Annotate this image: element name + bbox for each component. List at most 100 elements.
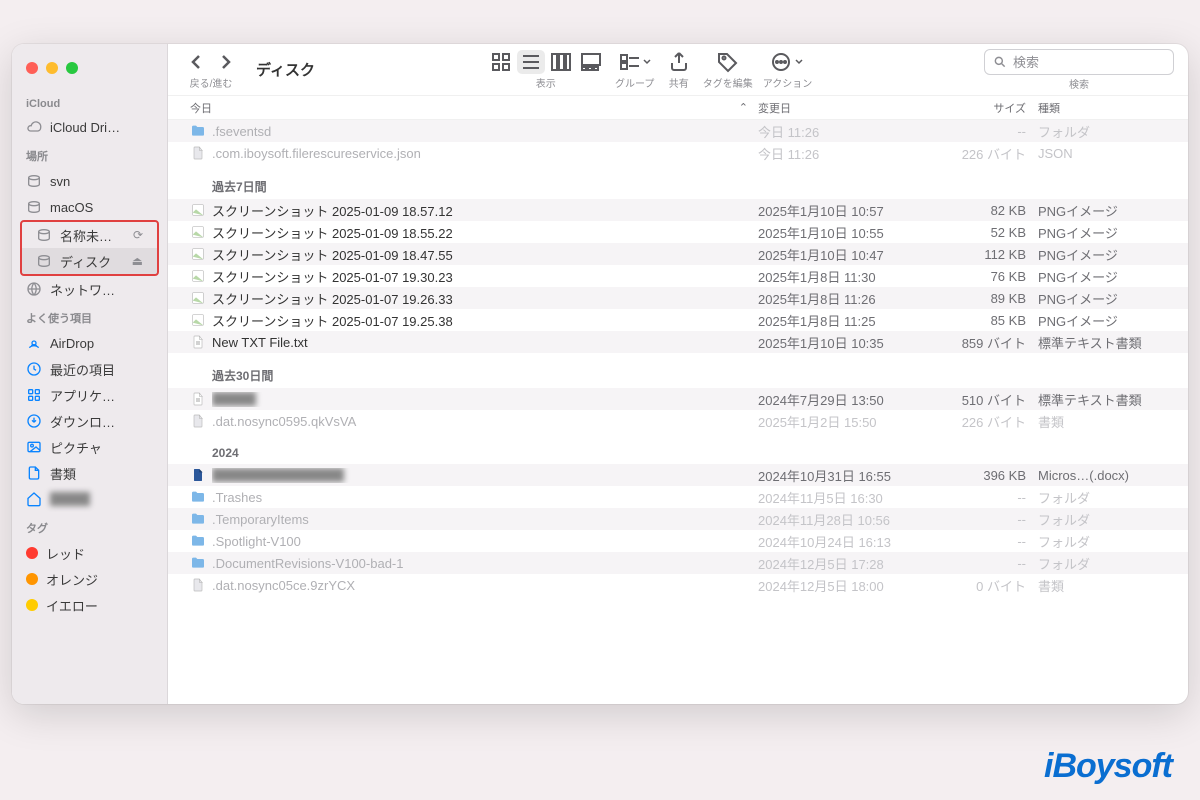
file-list[interactable]: .fseventsd今日 11:26--フォルダ.com.iboysoft.fi…	[168, 120, 1188, 704]
file-row[interactable]: スクリーンショット 2025-01-07 19.26.332025年1月8日 1…	[168, 287, 1188, 309]
file-size: --	[938, 534, 1038, 549]
file-date: 2025年1月8日 11:30	[758, 267, 938, 286]
sidebar-item-home[interactable]: ▪▪▪▪	[12, 486, 167, 512]
file-date: 2025年1月10日 10:57	[758, 201, 938, 220]
folder-icon	[190, 533, 206, 549]
file-row[interactable]: New TXT File.txt2025年1月10日 10:35859 バイト標…	[168, 331, 1188, 353]
search-label: 検索	[1069, 76, 1089, 91]
col-kind[interactable]: 種類	[1038, 100, 1188, 116]
search-placeholder: 検索	[1013, 52, 1039, 71]
file-row[interactable]: .fseventsd今日 11:26--フォルダ	[168, 120, 1188, 142]
file-name: スクリーンショット 2025-01-09 18.55.22	[212, 223, 758, 242]
file-row[interactable]: スクリーンショット 2025-01-09 18.55.222025年1月10日 …	[168, 221, 1188, 243]
sidebar-item-label: レッド	[46, 544, 85, 563]
file-row[interactable]: .DocumentRevisions-V100-bad-12024年12月5日 …	[168, 552, 1188, 574]
sidebar-item-label: 書類	[50, 464, 76, 483]
file-row[interactable]: .com.iboysoft.filerescureservice.json今日 …	[168, 142, 1188, 164]
sidebar-item-svn[interactable]: svn	[12, 168, 167, 194]
file-kind: 標準テキスト書類	[1038, 333, 1188, 352]
view-icon-button[interactable]	[487, 50, 515, 74]
folder-icon	[190, 555, 206, 571]
section-locations: 場所	[12, 140, 167, 168]
section-tags: タグ	[12, 512, 167, 540]
sidebar-item-network[interactable]: ネットワ…	[12, 276, 167, 302]
column-header: 今日⌃ 変更日 サイズ 種類	[168, 96, 1188, 120]
img-icon	[190, 312, 206, 328]
file-row[interactable]: ▪▪▪▪▪▪▪▪▪▪▪▪2024年10月31日 16:55396 KBMicro…	[168, 464, 1188, 486]
file-size: --	[938, 556, 1038, 571]
share-label: 共有	[669, 75, 689, 90]
file-row[interactable]: .dat.nosync0595.qkVsVA2025年1月2日 15:50226…	[168, 410, 1188, 432]
col-name[interactable]: 今日⌃	[190, 100, 758, 116]
search-input[interactable]: 検索	[984, 49, 1174, 75]
clock-icon	[26, 361, 42, 377]
file-name: ▪▪▪▪▪▪▪▪▪▪▪▪	[212, 468, 758, 483]
eject-icon[interactable]: ⏏	[132, 254, 143, 268]
tag-color-icon	[26, 573, 38, 585]
sidebar-item-label: ▪▪▪▪	[50, 492, 90, 506]
home-icon	[26, 491, 42, 507]
action-button[interactable]	[767, 50, 807, 74]
close-button[interactable]	[26, 62, 38, 74]
folder-icon	[190, 511, 206, 527]
sidebar-item-applications[interactable]: アプリケ…	[12, 382, 167, 408]
file-row[interactable]: スクリーンショット 2025-01-09 18.47.552025年1月10日 …	[168, 243, 1188, 265]
file-row[interactable]: スクリーンショット 2025-01-09 18.57.122025年1月10日 …	[168, 199, 1188, 221]
file-name: .Trashes	[212, 490, 758, 505]
file-row[interactable]: .dat.nosync05ce.9zrYCX2024年12月5日 18:000 …	[168, 574, 1188, 596]
img-icon	[190, 246, 206, 262]
sync-icon: ⟳	[133, 228, 143, 242]
file-size: 859 バイト	[938, 333, 1038, 352]
col-size[interactable]: サイズ	[938, 100, 1038, 116]
file-kind: フォルダ	[1038, 122, 1188, 141]
zoom-button[interactable]	[66, 62, 78, 74]
file-kind: PNGイメージ	[1038, 245, 1188, 264]
file-row[interactable]: スクリーンショット 2025-01-07 19.25.382025年1月8日 1…	[168, 309, 1188, 331]
file-size: 396 KB	[938, 468, 1038, 483]
file-row[interactable]: ▪▪▪▪2024年7月29日 13:50510 バイト標準テキスト書類	[168, 388, 1188, 410]
view-column-button[interactable]	[547, 50, 575, 74]
sort-indicator-icon: ⌃	[739, 101, 748, 114]
file-row[interactable]: .Trashes2024年11月5日 16:30--フォルダ	[168, 486, 1188, 508]
file-date: 2024年10月24日 16:13	[758, 532, 938, 551]
share-button[interactable]	[665, 50, 693, 74]
file-row[interactable]: .Spotlight-V1002024年10月24日 16:13--フォルダ	[168, 530, 1188, 552]
file-row[interactable]: スクリーンショット 2025-01-07 19.30.232025年1月8日 1…	[168, 265, 1188, 287]
view-label: 表示	[536, 75, 556, 90]
txt-icon	[190, 334, 206, 350]
sidebar-item-icloud-drive[interactable]: iCloud Dri…	[12, 114, 167, 140]
file-row[interactable]: .TemporaryItems2024年11月28日 10:56--フォルダ	[168, 508, 1188, 530]
tag-label: タグを編集	[703, 75, 753, 90]
window-controls	[12, 52, 167, 90]
file-name: ▪▪▪▪	[212, 392, 758, 407]
sidebar-tag-item[interactable]: オレンジ	[12, 566, 167, 592]
file-size: 112 KB	[938, 247, 1038, 262]
back-button[interactable]	[182, 50, 210, 74]
file-date: 2025年1月10日 10:35	[758, 333, 938, 352]
file-date: 2024年10月31日 16:55	[758, 466, 938, 485]
view-gallery-button[interactable]	[577, 50, 605, 74]
view-list-button[interactable]	[517, 50, 545, 74]
sidebar-item-documents[interactable]: 書類	[12, 460, 167, 486]
sidebar-tag-item[interactable]: レッド	[12, 540, 167, 566]
col-date[interactable]: 変更日	[758, 100, 938, 116]
file-kind: PNGイメージ	[1038, 201, 1188, 220]
forward-button[interactable]	[212, 50, 240, 74]
sidebar-item-untitled[interactable]: 名称未… ⟳	[22, 222, 157, 248]
file-date: 今日 11:26	[758, 122, 938, 141]
group-label: グループ	[615, 75, 654, 90]
file-size: 52 KB	[938, 225, 1038, 240]
sidebar-item-pictures[interactable]: ピクチャ	[12, 434, 167, 460]
sidebar-tag-item[interactable]: イエロー	[12, 592, 167, 618]
sidebar-item-downloads[interactable]: ダウンロ…	[12, 408, 167, 434]
sidebar-item-recents[interactable]: 最近の項目	[12, 356, 167, 382]
sidebar-item-macos[interactable]: macOS	[12, 194, 167, 220]
sidebar-item-airdrop[interactable]: AirDrop	[12, 330, 167, 356]
group-button[interactable]	[615, 50, 655, 74]
minimize-button[interactable]	[46, 62, 58, 74]
sidebar-item-label: 名称未…	[60, 226, 112, 245]
file-kind: PNGイメージ	[1038, 311, 1188, 330]
tag-button[interactable]	[714, 50, 742, 74]
sidebar-item-label: ピクチャ	[50, 438, 102, 457]
sidebar-item-disk[interactable]: ディスク ⏏	[22, 248, 157, 274]
